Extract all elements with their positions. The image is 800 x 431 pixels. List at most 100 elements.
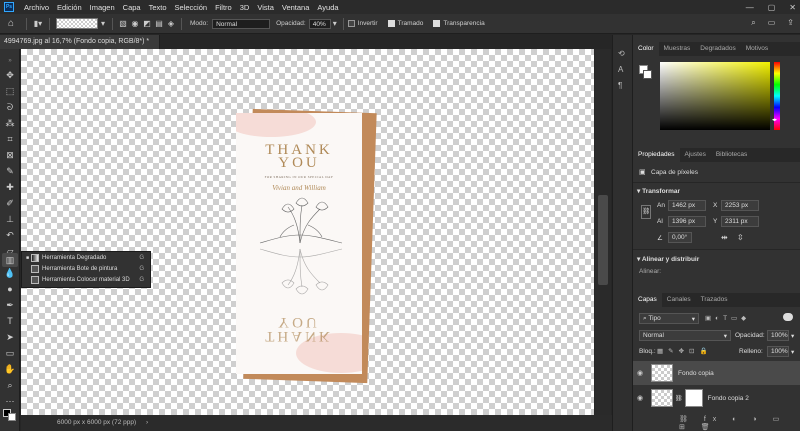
- menu-texto[interactable]: Texto: [145, 3, 171, 12]
- hand-tool-icon[interactable]: ✋: [4, 363, 16, 375]
- tab-patterns[interactable]: Motivos: [741, 42, 773, 56]
- layer-mask-thumbnail[interactable]: [684, 389, 703, 407]
- layer-opacity-input[interactable]: 100%: [767, 330, 789, 341]
- layer-row-fondo-copia-2[interactable]: ◉ ⛓ Fondo copia 2: [633, 386, 800, 410]
- healing-brush-tool-icon[interactable]: ✚: [4, 181, 16, 193]
- layer-name[interactable]: Fondo copia: [678, 370, 714, 377]
- dodge-tool-icon[interactable]: ●: [4, 283, 16, 295]
- maximize-icon[interactable]: ▢: [768, 3, 776, 12]
- character-panel-icon[interactable]: A: [618, 65, 623, 74]
- link-icon[interactable]: ⛓: [641, 205, 651, 219]
- home-icon[interactable]: ⌂: [0, 18, 22, 29]
- blend-mode-select[interactable]: Normal ▾: [639, 330, 731, 341]
- menu-ventana[interactable]: Ventana: [278, 3, 314, 12]
- rectangle-tool-icon[interactable]: ▭: [4, 347, 16, 359]
- chevron-down-icon[interactable]: ▾: [791, 348, 794, 356]
- y-input[interactable]: 2311 px: [721, 216, 759, 227]
- linear-gradient-icon[interactable]: ▧: [117, 19, 129, 28]
- invert-checkbox[interactable]: [347, 20, 355, 27]
- tab-layers[interactable]: Capas: [633, 293, 662, 307]
- chevron-down-icon[interactable]: ▾: [98, 19, 108, 28]
- fill-input[interactable]: 100%: [767, 346, 789, 357]
- document-tab[interactable]: 4994769.jpg al 16,7% (Fondo copia, RGB/8…: [0, 35, 160, 49]
- gradient-picker[interactable]: [56, 18, 98, 29]
- dither-checkbox[interactable]: [387, 20, 395, 27]
- x-input[interactable]: 2253 px: [721, 200, 759, 211]
- menu-edicion[interactable]: Edición: [53, 3, 86, 12]
- scrollbar-thumb[interactable]: [598, 195, 608, 285]
- share-icon[interactable]: ⇪: [787, 18, 794, 28]
- gradient-tool-icon[interactable]: ▥: [2, 253, 18, 267]
- toolbar-collapse-icon[interactable]: »: [4, 55, 16, 67]
- reflected-gradient-icon[interactable]: ▤: [153, 19, 165, 28]
- search-icon[interactable]: ⌕: [751, 18, 755, 28]
- frame-tool-icon[interactable]: ⊠: [4, 149, 16, 161]
- blur-tool-icon[interactable]: 💧: [4, 267, 16, 279]
- tab-color[interactable]: Color: [633, 42, 659, 56]
- crop-tool-icon[interactable]: ⌗: [4, 133, 16, 145]
- menu-seleccion[interactable]: Selección: [171, 3, 212, 12]
- height-input[interactable]: 1396 px: [668, 216, 706, 227]
- opacity-input[interactable]: 40%: [308, 18, 331, 29]
- workspace-icon[interactable]: ▭: [768, 18, 776, 28]
- align-section-title[interactable]: ▾ Alinear y distribuir: [637, 255, 699, 263]
- chevron-right-icon[interactable]: ›: [146, 419, 148, 426]
- clone-stamp-tool-icon[interactable]: ⊥: [4, 213, 16, 225]
- menu-3d[interactable]: 3D: [236, 3, 254, 12]
- path-selection-tool-icon[interactable]: ➤: [4, 331, 16, 343]
- menu-vista[interactable]: Vista: [253, 3, 278, 12]
- menu-archivo[interactable]: Archivo: [20, 3, 53, 12]
- flyout-item-gradient[interactable]: ■ Herramienta Degradado G: [22, 252, 150, 263]
- tab-properties[interactable]: Propiedades: [633, 148, 680, 162]
- tab-channels[interactable]: Canales: [662, 293, 696, 307]
- diamond-gradient-icon[interactable]: ◈: [165, 19, 177, 28]
- color-field[interactable]: [660, 62, 770, 130]
- angle-gradient-icon[interactable]: ◩: [141, 19, 153, 28]
- filter-toggle[interactable]: [783, 313, 793, 321]
- layer-filter-select[interactable]: ⌕ Tipo ▾: [639, 313, 699, 324]
- paragraph-panel-icon[interactable]: ¶: [618, 81, 622, 90]
- lasso-tool-icon[interactable]: ᘐ: [4, 101, 16, 113]
- tab-paths[interactable]: Trazados: [696, 293, 733, 307]
- layers-footer-icons[interactable]: ⛓ fx ◐ ◑ ▭ ⊞ 🗑: [679, 415, 800, 431]
- chevron-down-icon[interactable]: ▾: [331, 19, 339, 28]
- tab-adjustments[interactable]: Ajustes: [680, 148, 711, 162]
- layer-name[interactable]: Fondo copia 2: [708, 395, 749, 402]
- width-input[interactable]: 1462 px: [668, 200, 706, 211]
- layer-row-fondo-copia[interactable]: ◉ Fondo copia: [633, 361, 800, 385]
- mode-select[interactable]: Normal: [212, 18, 271, 29]
- tab-gradients[interactable]: Degradados: [695, 42, 740, 56]
- flip-horizontal-icon[interactable]: ⇹: [721, 233, 728, 242]
- radial-gradient-icon[interactable]: ◉: [129, 19, 141, 28]
- color-bg-swatch[interactable]: [643, 70, 652, 79]
- angle-input[interactable]: 0,00°: [668, 232, 692, 243]
- type-tool-icon[interactable]: T: [4, 315, 16, 327]
- tool-preset-icon[interactable]: ▮▾: [31, 19, 45, 28]
- flyout-item-3d-material[interactable]: Herramienta Colocar material 3D G: [22, 274, 150, 285]
- zoom-tool-icon[interactable]: ⌕: [4, 379, 16, 391]
- pen-tool-icon[interactable]: ✒: [4, 299, 16, 311]
- history-panel-icon[interactable]: ⟲: [618, 49, 625, 58]
- transform-section-title[interactable]: ▾ Transformar: [637, 187, 680, 195]
- menu-filtro[interactable]: Filtro: [211, 3, 236, 12]
- flyout-item-paint-bucket[interactable]: Herramienta Bote de pintura G: [22, 263, 150, 274]
- background-color-swatch[interactable]: [8, 413, 16, 421]
- history-brush-tool-icon[interactable]: ↶: [4, 229, 16, 241]
- flip-vertical-icon[interactable]: ⇳: [737, 233, 744, 242]
- move-tool-icon[interactable]: ✥: [4, 69, 16, 81]
- layer-filter-icons[interactable]: ▣◐T▭◆: [705, 314, 750, 322]
- eyedropper-tool-icon[interactable]: ✎: [4, 165, 16, 177]
- marquee-tool-icon[interactable]: ⬚: [4, 85, 16, 97]
- visibility-eye-icon[interactable]: ◉: [633, 394, 647, 402]
- more-tools-icon[interactable]: ⋯: [4, 395, 16, 407]
- menu-ayuda[interactable]: Ayuda: [313, 3, 342, 12]
- menu-imagen[interactable]: Imagen: [86, 3, 119, 12]
- chevron-down-icon[interactable]: ▾: [791, 332, 794, 340]
- brush-tool-icon[interactable]: ✐: [4, 197, 16, 209]
- tab-swatches[interactable]: Muestras: [659, 42, 696, 56]
- tab-libraries[interactable]: Bibliotecas: [711, 148, 752, 162]
- close-icon[interactable]: ✕: [789, 3, 796, 12]
- menu-capa[interactable]: Capa: [119, 3, 145, 12]
- minimize-icon[interactable]: —: [746, 3, 754, 12]
- lock-icons[interactable]: ▦✎✥⊡🔒: [657, 347, 713, 355]
